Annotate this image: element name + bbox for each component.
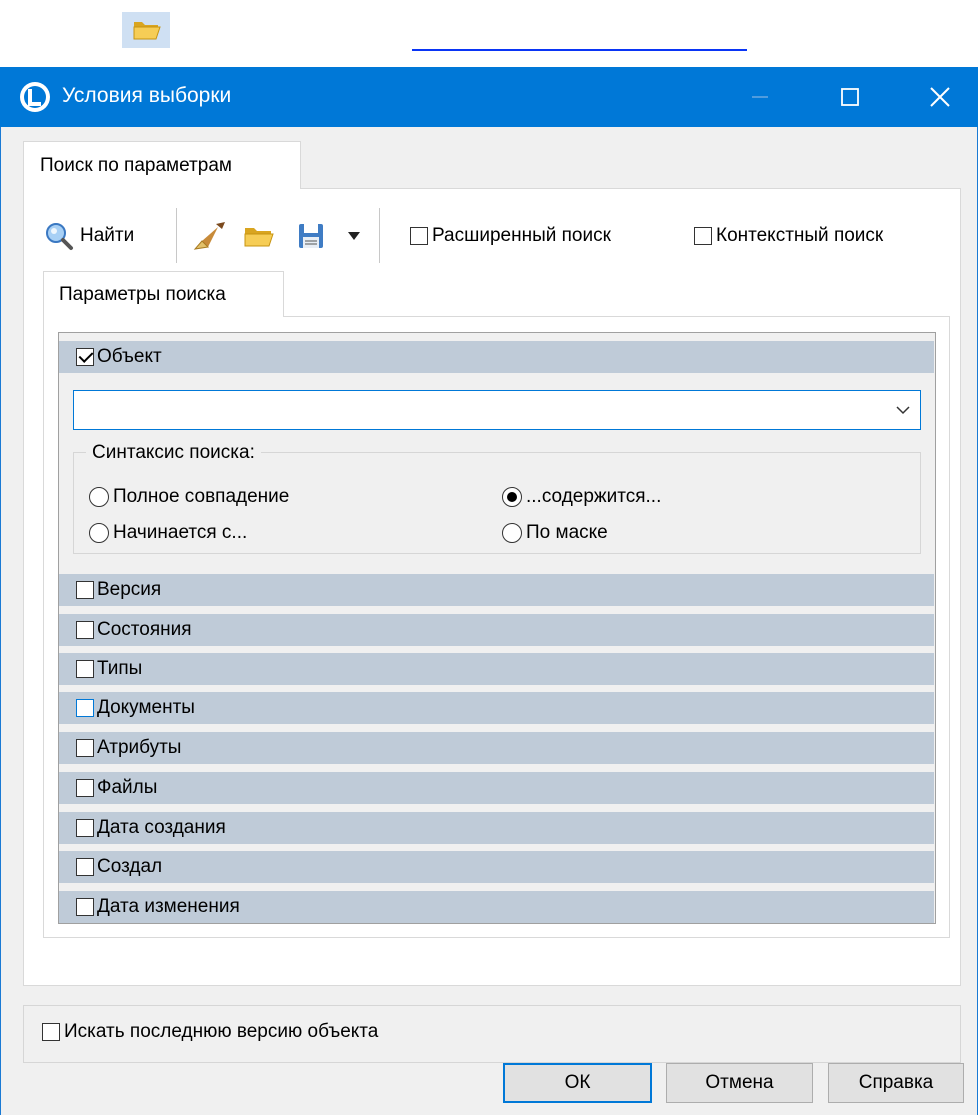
- group-checkbox[interactable]: [76, 858, 94, 876]
- radio-contains[interactable]: ...содержится...: [502, 486, 661, 508]
- radio-exact-match[interactable]: Полное совпадение: [89, 486, 289, 508]
- radio-starts-with[interactable]: Начинается с...: [89, 522, 247, 544]
- group-label: Состояния: [97, 619, 192, 640]
- group-modified-date-header[interactable]: Дата изменения: [59, 889, 934, 923]
- search-syntax-legend: Синтаксис поиска:: [86, 442, 261, 464]
- extended-search-checkbox[interactable]: [410, 227, 428, 245]
- close-icon: [930, 87, 950, 107]
- group-object-header[interactable]: Объект: [59, 339, 934, 373]
- object-combobox[interactable]: [73, 390, 921, 430]
- extended-search-toggle[interactable]: Расширенный поиск: [410, 218, 611, 254]
- group-checkbox[interactable]: [76, 581, 94, 599]
- cancel-button[interactable]: Отмена: [666, 1063, 813, 1103]
- context-search-toggle[interactable]: Контекстный поиск: [694, 218, 883, 254]
- context-search-checkbox[interactable]: [694, 227, 712, 245]
- open-button[interactable]: [242, 218, 276, 254]
- group-created-date-header[interactable]: Дата создания: [59, 810, 934, 844]
- window-title: Условия выборки: [62, 84, 232, 107]
- group-checkbox[interactable]: [76, 898, 94, 916]
- group-files-header[interactable]: Файлы: [59, 770, 934, 804]
- group-types-header[interactable]: Типы: [59, 651, 934, 685]
- maximize-icon: [841, 88, 859, 106]
- group-checkbox[interactable]: [76, 660, 94, 678]
- extended-search-label: Расширенный поиск: [432, 225, 611, 246]
- radio-by-mask-circle[interactable]: [502, 523, 522, 543]
- folder-open-icon: [244, 228, 274, 247]
- group-label: Дата изменения: [97, 896, 240, 917]
- radio-starts-with-label: Начинается с...: [113, 522, 248, 543]
- group-documents-header[interactable]: Документы: [59, 690, 934, 724]
- toolbar-separator-2: [379, 208, 380, 263]
- ok-button[interactable]: ОК: [503, 1063, 652, 1103]
- magnifier-icon: [46, 223, 73, 250]
- group-attributes-header[interactable]: Атрибуты: [59, 730, 934, 764]
- radio-exact-match-circle[interactable]: [89, 487, 109, 507]
- radio-by-mask-label: По маске: [526, 522, 608, 543]
- group-label: Дата создания: [97, 817, 226, 838]
- group-label: Версия: [97, 579, 162, 600]
- group-label: Атрибуты: [97, 737, 182, 758]
- object-label: Объект: [97, 346, 162, 367]
- group-checkbox[interactable]: [76, 739, 94, 757]
- clear-button[interactable]: [192, 218, 228, 254]
- app-logo-icon: [18, 80, 52, 114]
- last-version-checkbox[interactable]: [42, 1023, 60, 1041]
- group-states-header[interactable]: Состояния: [59, 612, 934, 646]
- dropdown-arrow-icon: [348, 232, 360, 240]
- radio-contains-circle[interactable]: [502, 487, 522, 507]
- radio-by-mask[interactable]: По маске: [502, 522, 608, 544]
- close-button[interactable]: [910, 67, 970, 127]
- group-label: Документы: [97, 697, 195, 718]
- group-label: Файлы: [97, 777, 158, 798]
- minimize-icon: [752, 96, 768, 98]
- group-label: Типы: [97, 658, 143, 679]
- minimize-button[interactable]: [730, 67, 790, 127]
- radio-starts-with-circle[interactable]: [89, 523, 109, 543]
- maximize-button[interactable]: [820, 67, 880, 127]
- folder-open-icon[interactable]: [122, 12, 170, 48]
- last-version-label: Искать последнюю версию объекта: [64, 1021, 379, 1042]
- save-button[interactable]: [296, 218, 326, 254]
- tab-search-by-params-label: Поиск по параметрам: [40, 155, 232, 176]
- save-disk-icon: [299, 224, 323, 248]
- link-underline[interactable]: [412, 49, 747, 51]
- group-checkbox[interactable]: [76, 621, 94, 639]
- radio-exact-match-label: Полное совпадение: [113, 486, 290, 507]
- chevron-down-icon[interactable]: [893, 400, 913, 420]
- radio-contains-label: ...содержится...: [526, 486, 662, 507]
- toolbar-separator: [176, 208, 177, 263]
- save-dropdown-button[interactable]: [346, 218, 362, 254]
- group-checkbox[interactable]: [76, 819, 94, 837]
- group-checkbox[interactable]: [76, 699, 94, 717]
- broom-icon: [193, 222, 225, 250]
- group-created-by-header[interactable]: Создал: [59, 849, 934, 883]
- last-version-toggle[interactable]: Искать последнюю версию объекта: [42, 1021, 378, 1043]
- group-label: Создал: [97, 856, 163, 877]
- group-version-header[interactable]: Версия: [59, 572, 934, 606]
- find-button[interactable]: Найти: [44, 218, 134, 254]
- context-search-label: Контекстный поиск: [716, 225, 884, 246]
- find-label: Найти: [80, 225, 135, 246]
- group-checkbox[interactable]: [76, 779, 94, 797]
- tab-search-parameters-label: Параметры поиска: [59, 284, 226, 305]
- help-button[interactable]: Справка: [828, 1063, 964, 1103]
- object-checkbox[interactable]: [76, 348, 94, 366]
